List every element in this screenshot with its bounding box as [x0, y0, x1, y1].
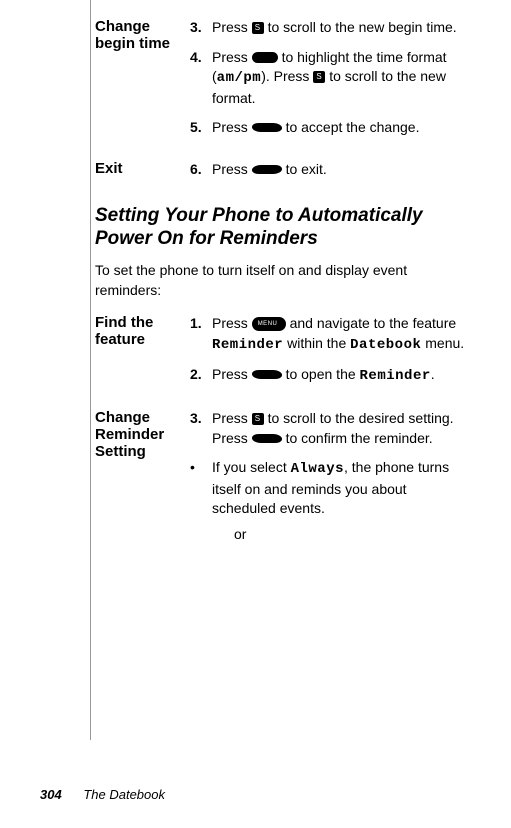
block-label: Exit [95, 160, 190, 190]
highlight-key-icon [252, 52, 278, 63]
step-block-change-reminder: Change Reminder Setting 3. Press to scro… [95, 409, 471, 555]
text-fragment: Press [212, 366, 252, 382]
lcd-text: Always [291, 461, 344, 477]
block-label: Find the feature [95, 314, 190, 397]
step-number: 6. [190, 160, 212, 180]
block-label: Change begin time [95, 18, 190, 148]
text-fragment: ). Press [261, 68, 313, 84]
step-3: 3. Press to scroll to the new begin time… [190, 18, 471, 38]
text-fragment: within the [283, 335, 350, 351]
lcd-text: Reminder [212, 337, 283, 353]
step-5: 5. Press to accept the change. [190, 118, 471, 138]
bullet-always: • If you select Always, the phone turns … [190, 458, 471, 544]
or-text: or [234, 525, 471, 545]
block-label: Change Reminder Setting [95, 409, 190, 555]
step-block-exit: Exit 6. Press to exit. [95, 160, 471, 190]
text-fragment: menu. [421, 335, 464, 351]
step-1: 1. Press and navigate to the feature Rem… [190, 314, 471, 355]
bullet-text: If you select Always, the phone turns it… [212, 458, 471, 544]
step-3: 3. Press to scroll to the desired settin… [190, 409, 471, 448]
step-number: 3. [190, 18, 212, 38]
step-text: Press to scroll to the desired setting. … [212, 409, 471, 448]
step-text: Press to highlight the time format (am/p… [212, 48, 471, 109]
scroll-key-icon [252, 413, 264, 425]
text-fragment: Press [212, 19, 252, 35]
lcd-text: am/pm [217, 70, 262, 86]
page-footer: 304 The Datebook [40, 787, 165, 802]
text-fragment: to open the [282, 366, 360, 382]
step-text: Press to exit. [212, 160, 471, 180]
text-fragment: . [431, 366, 435, 382]
step-text: Press to open the Reminder. [212, 365, 471, 387]
text-fragment: to accept the change. [282, 119, 420, 135]
chapter-title: The Datebook [83, 787, 165, 802]
text-fragment: to confirm the reminder. [282, 430, 433, 446]
step-block-find-feature: Find the feature 1. Press and navigate t… [95, 314, 471, 397]
lcd-text: Datebook [350, 337, 421, 353]
text-fragment: Press [212, 49, 252, 65]
text-fragment: If you select [212, 459, 291, 475]
margin-rule [90, 0, 91, 740]
block-content: 3. Press to scroll to the desired settin… [190, 409, 471, 555]
step-4: 4. Press to highlight the time format (a… [190, 48, 471, 109]
lcd-text: Reminder [360, 368, 431, 384]
section-heading: Setting Your Phone to Automatically Powe… [95, 204, 471, 252]
text-fragment: Press [212, 161, 252, 177]
step-block-change-begin-time: Change begin time 3. Press to scroll to … [95, 18, 471, 148]
step-number: 5. [190, 118, 212, 138]
step-number: 3. [190, 409, 212, 448]
step-number: 2. [190, 365, 212, 387]
step-number: 4. [190, 48, 212, 109]
step-text: Press to accept the change. [212, 118, 471, 138]
text-fragment: to exit. [282, 161, 327, 177]
soft-key-right-icon [251, 123, 283, 132]
scroll-key-icon [252, 22, 264, 34]
text-fragment: and navigate to the feature [286, 315, 456, 331]
block-content: 3. Press to scroll to the new begin time… [190, 18, 471, 148]
block-content: 1. Press and navigate to the feature Rem… [190, 314, 471, 397]
step-number: 1. [190, 314, 212, 355]
step-6: 6. Press to exit. [190, 160, 471, 180]
soft-key-left-icon [251, 165, 283, 174]
text-fragment: Press [212, 119, 252, 135]
step-2: 2. Press to open the Reminder. [190, 365, 471, 387]
step-text: Press and navigate to the feature Remind… [212, 314, 471, 355]
block-content: 6. Press to exit. [190, 160, 471, 190]
step-text: Press to scroll to the new begin time. [212, 18, 471, 38]
soft-key-right-icon [251, 434, 283, 443]
page-number: 304 [40, 787, 62, 802]
menu-key-icon [252, 317, 286, 331]
section-intro: To set the phone to turn itself on and d… [95, 261, 471, 300]
text-fragment: Press [212, 410, 252, 426]
bullet-marker: • [190, 458, 212, 544]
scroll-key-icon [313, 71, 325, 83]
soft-key-right-icon [251, 370, 283, 379]
text-fragment: to scroll to the new begin time. [264, 19, 457, 35]
text-fragment: Press [212, 315, 252, 331]
